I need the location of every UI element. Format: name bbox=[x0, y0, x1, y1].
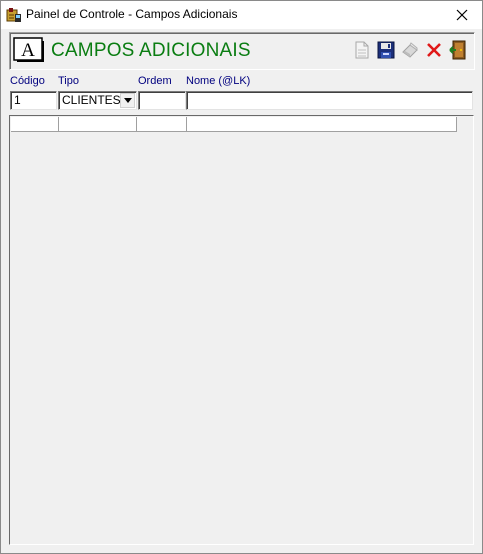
chevron-down-icon bbox=[123, 98, 132, 103]
new-document-icon bbox=[355, 41, 369, 59]
codigo-label: Código bbox=[10, 75, 45, 87]
close-icon bbox=[456, 9, 468, 21]
tipo-select[interactable]: CLIENTES bbox=[58, 91, 137, 110]
ordem-field[interactable] bbox=[138, 91, 186, 110]
svg-text:A: A bbox=[21, 40, 35, 61]
delete-button[interactable] bbox=[423, 38, 445, 62]
toolbar bbox=[351, 38, 469, 64]
grid-header-cell[interactable] bbox=[11, 117, 59, 132]
eraser-icon bbox=[402, 42, 418, 58]
tipo-label: Tipo bbox=[58, 75, 79, 87]
tipo-dropdown-button[interactable] bbox=[120, 93, 135, 108]
save-button[interactable] bbox=[375, 38, 397, 62]
nome-field[interactable] bbox=[186, 91, 473, 110]
ordem-label: Ordem bbox=[138, 75, 172, 87]
new-document-button[interactable] bbox=[351, 38, 373, 62]
letter-a-logo-icon: A bbox=[13, 37, 45, 63]
codigo-field[interactable]: 1 bbox=[10, 91, 57, 110]
grid-header-cell[interactable] bbox=[59, 117, 137, 132]
delete-x-icon bbox=[427, 43, 441, 57]
save-icon bbox=[377, 41, 395, 59]
header-panel: A CAMPOS ADICIONAIS bbox=[9, 32, 475, 70]
grid-header-cell[interactable] bbox=[187, 117, 457, 132]
page-title: CAMPOS ADICIONAIS bbox=[51, 40, 251, 61]
grid-header-cell[interactable] bbox=[137, 117, 187, 132]
app-window: Painel de Controle - Campos Adicionais A… bbox=[0, 0, 483, 554]
grid-header bbox=[11, 117, 457, 132]
nome-label: Nome (@LK) bbox=[186, 75, 251, 87]
window-title: Painel de Controle - Campos Adicionais bbox=[26, 7, 238, 21]
title-bar[interactable]: Painel de Controle - Campos Adicionais bbox=[1, 1, 482, 29]
eraser-button[interactable] bbox=[399, 38, 421, 62]
app-icon bbox=[6, 7, 22, 23]
exit-door-icon bbox=[449, 40, 466, 60]
data-grid[interactable] bbox=[9, 115, 474, 545]
close-button[interactable] bbox=[442, 1, 482, 29]
tipo-selected-value: CLIENTES bbox=[62, 93, 121, 107]
exit-button[interactable] bbox=[447, 38, 469, 62]
